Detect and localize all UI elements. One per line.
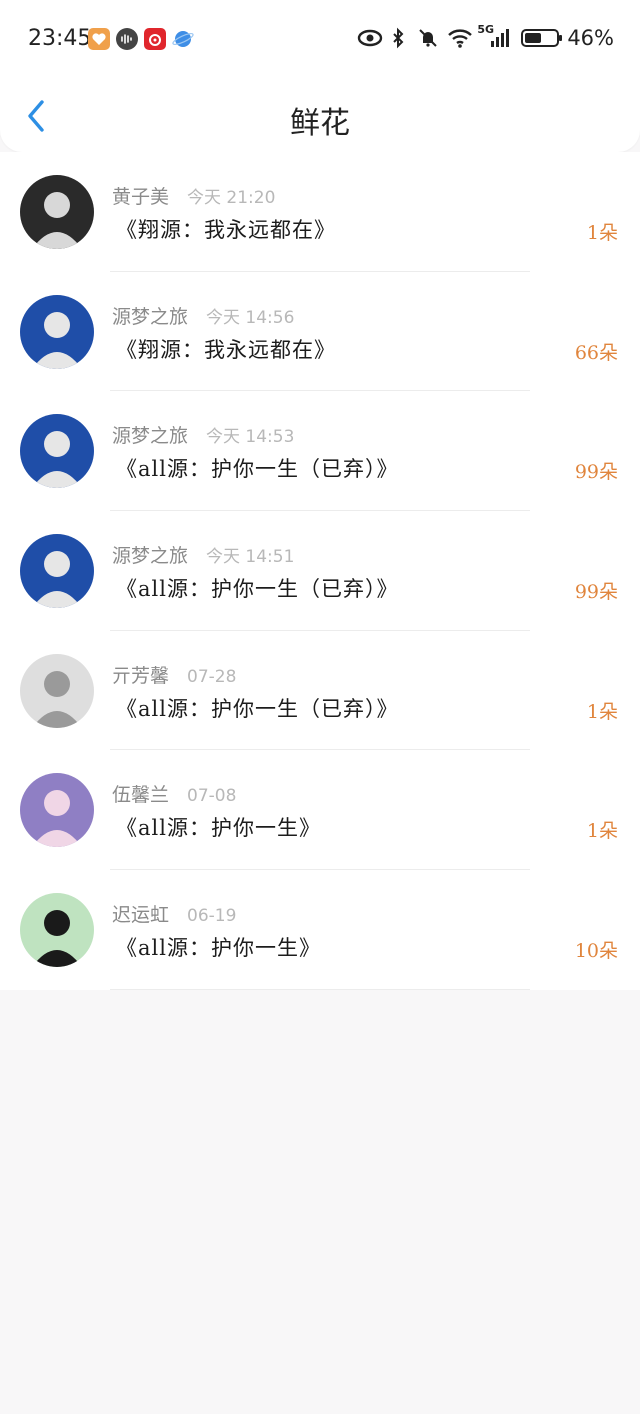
- sender-line: 源梦之旅 今天 14:56: [112, 302, 294, 329]
- eye-icon: [357, 27, 383, 49]
- send-time: 06-19: [187, 906, 237, 927]
- sender-name[interactable]: 亓芳馨: [112, 661, 169, 688]
- status-time: 23:45: [28, 26, 92, 51]
- flower-count: 1朵: [586, 700, 618, 723]
- send-time: 今天 21:20: [187, 188, 276, 208]
- wifi-icon: [447, 27, 473, 49]
- send-time: 今天 14:53: [206, 427, 295, 448]
- battery-percent: 46%: [567, 26, 614, 50]
- sender-name[interactable]: 源梦之旅: [112, 541, 188, 568]
- avatar[interactable]: [20, 773, 94, 848]
- mute-bell-icon: [417, 27, 439, 49]
- page-title: 鲜花: [290, 106, 350, 141]
- empty-area: [0, 990, 640, 1414]
- work-title[interactable]: 《all源：护你一生（已弃）》: [116, 693, 398, 723]
- avatar[interactable]: [20, 414, 94, 489]
- sender-line: 迟运虹 06-19: [112, 900, 236, 927]
- sender-line: 黄子美 今天 21:20: [112, 182, 275, 209]
- signal-icon: 5G: [477, 23, 513, 49]
- work-title[interactable]: 《all源：护你一生》: [116, 812, 321, 842]
- work-title[interactable]: 《翔源：我永远都在》: [116, 334, 336, 364]
- battery-fill: [525, 33, 541, 43]
- work-title[interactable]: 《all源：护你一生（已弃）》: [116, 453, 398, 483]
- work-title[interactable]: 《all源：护你一生》: [116, 932, 321, 962]
- list-item[interactable]: 源梦之旅 今天 14:53 《all源：护你一生（已弃）》 99朵: [0, 391, 640, 512]
- avatar[interactable]: [20, 175, 94, 249]
- sender-name[interactable]: 伍馨兰: [112, 780, 169, 807]
- send-time: 今天 14:56: [206, 307, 295, 328]
- bluetooth-icon: [387, 27, 409, 49]
- sender-line: 源梦之旅 今天 14:53: [112, 421, 294, 448]
- avatar[interactable]: [20, 653, 94, 728]
- sender-line: 伍馨兰 07-08: [112, 780, 236, 807]
- work-title[interactable]: 《翔源：我永远都在》: [116, 214, 336, 244]
- sender-name[interactable]: 源梦之旅: [112, 421, 188, 448]
- flower-list: 黄子美 今天 21:20 《翔源：我永远都在》 1朵 源梦之旅 今天 14:56 《翔源：我…: [0, 152, 640, 990]
- flower-count: 99朵: [574, 581, 618, 604]
- sender-name[interactable]: 迟运虹: [112, 900, 169, 927]
- avatar[interactable]: [20, 893, 94, 968]
- heart-app-icon: [88, 28, 110, 50]
- list-item[interactable]: 迟运虹 06-19 《all源：护你一生》 10朵: [0, 870, 640, 990]
- sender-line: 亓芳馨 07-28: [112, 661, 236, 688]
- list-item[interactable]: 源梦之旅 今天 14:51 《all源：护你一生（已弃）》 99朵: [0, 511, 640, 631]
- list-item[interactable]: 伍馨兰 07-08 《all源：护你一生》 1朵: [0, 750, 640, 871]
- list-item[interactable]: 亓芳馨 07-28 《all源：护你一生（已弃）》 1朵: [0, 631, 640, 751]
- sender-name[interactable]: 黄子美: [112, 182, 169, 209]
- status-bar: 23:45 5G 46%: [0, 0, 640, 80]
- status-system-icons: 5G 46%: [357, 23, 614, 50]
- sender-name[interactable]: 源梦之旅: [112, 302, 188, 329]
- flower-count: 1朵: [586, 222, 618, 244]
- nav-bar: 鲜花: [0, 80, 640, 152]
- work-title[interactable]: 《all源：护你一生（已弃）》: [116, 573, 398, 603]
- flower-count: 10朵: [574, 940, 618, 963]
- soundwave-app-icon: [116, 28, 138, 50]
- network-type-label: 5G: [477, 23, 494, 36]
- status-app-icons: [88, 28, 194, 50]
- top-bar: 23:45 5G 46% 鲜花: [0, 0, 640, 152]
- send-time: 07-28: [187, 666, 237, 687]
- flower-count: 1朵: [586, 820, 618, 843]
- sender-line: 源梦之旅 今天 14:51: [112, 541, 294, 568]
- avatar[interactable]: [20, 534, 94, 609]
- avatar[interactable]: [20, 294, 94, 369]
- browser-planet-app-icon: [172, 28, 194, 50]
- battery-icon: [521, 29, 563, 47]
- send-time: 今天 14:51: [206, 547, 295, 568]
- send-time: 07-08: [187, 786, 237, 807]
- netease-music-app-icon: [144, 28, 166, 50]
- flower-count: 66朵: [574, 341, 618, 364]
- list-item[interactable]: 黄子美 今天 21:20 《翔源：我永远都在》 1朵: [0, 152, 640, 272]
- flower-count: 99朵: [574, 461, 618, 484]
- list-item[interactable]: 源梦之旅 今天 14:56 《翔源：我永远都在》 66朵: [0, 272, 640, 392]
